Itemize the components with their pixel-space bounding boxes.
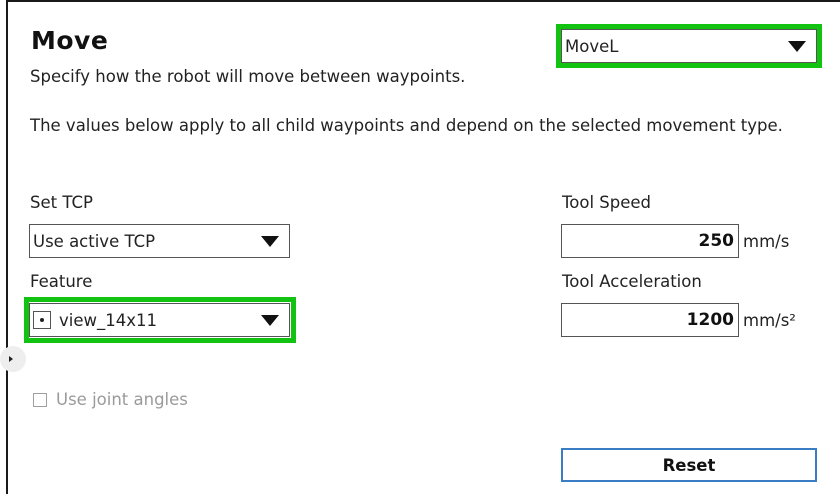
panel-left-border (0, 0, 8, 494)
use-joint-angles-label: Use joint angles (56, 390, 188, 409)
use-joint-angles-checkbox[interactable] (33, 392, 47, 407)
panel-top-border (0, 0, 840, 2)
tool-speed-unit: mm/s (743, 232, 790, 251)
tool-acceleration-input[interactable]: 1200 (561, 303, 739, 337)
chevron-right-icon (9, 356, 13, 362)
set-tcp-label: Set TCP (30, 193, 93, 212)
tool-speed-input[interactable]: 250 (561, 224, 739, 258)
page-title: Move (31, 26, 109, 55)
tool-acceleration-unit: mm/s² (743, 311, 796, 330)
tool-speed-label: Tool Speed (562, 193, 652, 212)
collapse-panel-handle[interactable] (0, 346, 26, 372)
tool-acceleration-label: Tool Acceleration (562, 272, 702, 291)
movement-type-highlight (556, 24, 822, 68)
feature-label: Feature (30, 272, 93, 291)
set-tcp-value: Use active TCP (33, 231, 156, 251)
set-tcp-dropdown[interactable]: Use active TCP (29, 224, 290, 258)
move-node-panel: Move Specify how the robot will move bet… (0, 0, 840, 494)
reset-button[interactable]: Reset (561, 448, 817, 482)
page-description: The values below apply to all child wayp… (30, 116, 783, 135)
caret-down-icon (261, 235, 279, 247)
page-subtitle: Specify how the robot will move between … (30, 67, 466, 86)
feature-highlight (24, 297, 296, 343)
use-joint-angles-option[interactable]: Use joint angles (33, 390, 188, 409)
